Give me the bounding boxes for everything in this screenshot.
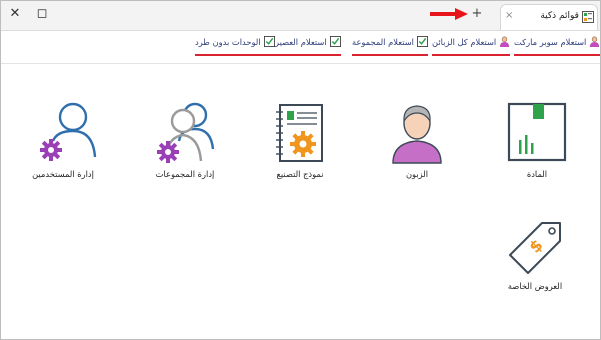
- tile-label: إدارة المستخدمين: [32, 169, 94, 179]
- customer-icon: [392, 105, 442, 164]
- shortcut-underline: [432, 54, 511, 56]
- manufacturing-form-icon: [276, 104, 323, 162]
- tile-special-offers[interactable]: $ العروض الخاصة: [487, 219, 583, 295]
- shortcut-all-customers-query[interactable]: استعلام كل الزبائن: [432, 36, 511, 56]
- shortcut-label: استعلام المجموعة: [352, 37, 414, 47]
- shortcut-underline: [352, 54, 428, 56]
- tile-label: المادة: [526, 169, 548, 179]
- material-box-icon: [507, 102, 567, 162]
- tab-label: قوائم ذكية: [540, 11, 579, 21]
- checklist-icon: [329, 36, 341, 47]
- shortcut-underline: [275, 54, 341, 56]
- tile-user-management[interactable]: إدارة المستخدمين: [15, 99, 111, 183]
- tile-customer[interactable]: الزبون: [369, 99, 465, 183]
- shortcut-underline: [514, 54, 600, 56]
- shortcut-label: الوحدات بدون طرد: [195, 37, 261, 47]
- checklist-icon: [263, 36, 275, 47]
- shortcut-underline: [195, 54, 275, 56]
- shortcut-group-query[interactable]: استعلام المجموعة: [352, 36, 428, 56]
- divider: [1, 63, 600, 64]
- shortcut-label: استعلام العصير: [275, 37, 327, 47]
- user-management-icon: [40, 102, 97, 161]
- price-tag-icon: $: [509, 222, 561, 274]
- shortcut-label: استعلام سوبر ماركت: [514, 37, 587, 47]
- tile-label: نموذج التصنيع: [276, 169, 324, 179]
- tile-label: العروض الخاصة: [507, 281, 563, 291]
- red-arrow-annotation: [430, 8, 468, 20]
- smart-list-icon: [582, 11, 594, 23]
- tile-material[interactable]: المادة: [489, 99, 585, 183]
- tile-manufacturing-form[interactable]: نموذج التصنيع: [252, 99, 348, 183]
- new-tab-button[interactable]: +: [470, 6, 484, 22]
- tab-close-icon[interactable]: ×: [505, 10, 513, 21]
- tile-group-management[interactable]: إدارة المجموعات: [137, 99, 233, 183]
- tile-label: إدارة المجموعات: [155, 169, 215, 179]
- person-icon: [500, 36, 510, 47]
- person-icon: [590, 36, 600, 47]
- shortcut-supermarket-query[interactable]: استعلام سوبر ماركت: [514, 36, 600, 56]
- restore-icon[interactable]: ◻: [33, 5, 51, 23]
- tile-label: الزبون: [405, 169, 429, 179]
- checklist-icon: [416, 36, 428, 47]
- shortcut-juice-query[interactable]: استعلام العصير: [275, 36, 341, 56]
- shortcut-label: استعلام كل الزبائن: [432, 37, 497, 47]
- shortcut-units-without-package[interactable]: الوحدات بدون طرد: [195, 36, 275, 56]
- close-icon[interactable]: ✕: [6, 5, 24, 23]
- group-management-icon: [157, 102, 215, 163]
- tab-smart-lists[interactable]: قوائم ذكية ×: [500, 4, 598, 30]
- title-bar: ✕ ◻ + قوائم ذكية ×: [1, 1, 600, 31]
- app-window: ✕ ◻ + قوائم ذكية × استعلام سوبر ماركت اس…: [0, 0, 601, 340]
